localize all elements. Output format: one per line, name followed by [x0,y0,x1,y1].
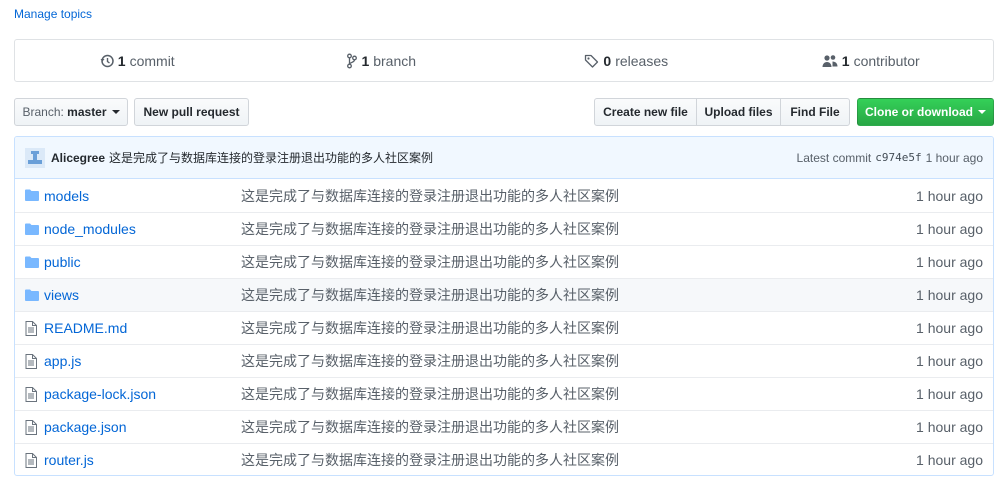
file-commit-message-link[interactable]: 这是完成了与数据库连接的登录注册退出功能的多人社区案例 [241,384,619,404]
branches-summary[interactable]: 1 branch [260,53,505,69]
table-row[interactable]: package-lock.json 这是完成了与数据库连接的登录注册退出功能的多人… [15,377,993,410]
file-name-link[interactable]: public [44,254,81,270]
table-row[interactable]: node_modules 这是完成了与数据库连接的登录注册退出功能的多人社区案例 1… [15,212,993,245]
commit-message-link[interactable]: 这是完成了与数据库连接的登录注册退出功能的多人社区案例 [109,149,433,166]
folder-icon [25,188,39,205]
contributors-summary[interactable]: 1 contributor [749,53,994,69]
file-name-link[interactable]: router.js [44,452,94,468]
repo-summary-bar: 1 commit 1 branch 0 releases 1 contribut… [14,39,994,82]
tag-icon [585,54,599,68]
file-name-link[interactable]: node_modules [44,221,136,237]
file-commit-message-link[interactable]: 这是完成了与数据库连接的登录注册退出功能的多人社区案例 [241,318,619,338]
clone-label: Clone or download [865,105,973,119]
file-icon [25,453,37,471]
file-age: 1 hour ago [916,353,983,369]
commit-count: 1 [117,52,126,69]
branch-count: 1 [361,52,370,69]
table-row[interactable]: app.js 这是完成了与数据库连接的登录注册退出功能的多人社区案例 1 hour … [15,344,993,377]
chevron-down-icon [111,110,120,114]
file-name-link[interactable]: app.js [44,353,81,369]
clone-or-download-button[interactable]: Clone or download [857,98,994,126]
file-commit-message-link[interactable]: 这是完成了与数据库连接的登录注册退出功能的多人社区案例 [241,186,619,206]
find-file-button[interactable]: Find File [780,98,850,126]
file-commit-message-link[interactable]: 这是完成了与数据库连接的登录注册退出功能的多人社区案例 [241,219,619,239]
file-age: 1 hour ago [916,320,983,336]
file-age: 1 hour ago [916,254,983,270]
file-age: 1 hour ago [916,419,983,435]
latest-commit-label: Latest commit [796,150,872,165]
folder-icon [25,288,39,305]
branch-icon [347,53,358,68]
file-table: Alicegree 这是完成了与数据库连接的登录注册退出功能的多人社区案例 La… [14,136,994,476]
table-row[interactable]: package.json 这是完成了与数据库连接的登录注册退出功能的多人社区案例 1… [15,410,993,443]
release-count: 0 [603,52,612,69]
new-pull-request-button[interactable]: New pull request [134,98,249,126]
branch-label: branch [373,52,417,69]
file-commit-message-link[interactable]: 这是完成了与数据库连接的登录注册退出功能的多人社区案例 [241,450,619,470]
file-icon [25,420,37,438]
file-icon [25,354,37,372]
file-commit-message-link[interactable]: 这是完成了与数据库连接的登录注册退出功能的多人社区案例 [241,285,619,305]
file-commit-message-link[interactable]: 这是完成了与数据库连接的登录注册退出功能的多人社区案例 [241,351,619,371]
file-age: 1 hour ago [916,187,983,204]
contributor-count: 1 [841,52,850,69]
file-icon [25,321,37,339]
file-name-link[interactable]: package.json [44,419,127,435]
create-new-file-button[interactable]: Create new file [594,98,697,126]
file-name-link[interactable]: README.md [44,320,127,336]
avatar[interactable] [25,147,45,168]
folder-icon [25,222,39,239]
file-age: 1 hour ago [916,221,983,237]
folder-icon [25,255,39,272]
people-icon [822,54,838,67]
file-age: 1 hour ago [916,386,983,402]
history-icon [100,54,114,67]
upload-files-button[interactable]: Upload files [696,98,781,126]
commit-sha-link[interactable]: c974e5f [875,151,921,164]
file-name-link[interactable]: views [44,287,79,303]
table-row[interactable]: public 这是完成了与数据库连接的登录注册退出功能的多人社区案例 1 hour … [15,245,993,278]
latest-commit-meta: Latest commit c974e5f 1 hour ago [797,151,983,165]
latest-commit-age: 1 hour ago [925,150,983,165]
chevron-down-icon [978,110,986,114]
file-name-link[interactable]: package-lock.json [44,386,156,402]
branch-select-button[interactable]: Branch: master [14,98,128,126]
file-actions-group: Create new file Upload files Find File [594,98,850,126]
branch-prefix: Branch: [22,105,64,119]
branch-name: master [67,105,107,119]
releases-summary[interactable]: 0 releases [504,53,749,69]
table-row[interactable]: router.js 这是完成了与数据库连接的登录注册退出功能的多人社区案例 1 ho… [15,443,993,475]
table-row[interactable]: README.md 这是完成了与数据库连接的登录注册退出功能的多人社区案例 1 ho… [15,311,993,344]
table-row[interactable]: views 这是完成了与数据库连接的登录注册退出功能的多人社区案例 1 hour a… [15,278,993,311]
contributor-label: contributor [853,52,920,69]
table-row[interactable]: models 这是完成了与数据库连接的登录注册退出功能的多人社区案例 1 hour … [15,179,993,212]
file-age: 1 hour ago [916,287,983,303]
manage-topics-link[interactable]: Manage topics [14,7,92,21]
release-label: releases [615,52,669,69]
file-commit-message-link[interactable]: 这是完成了与数据库连接的登录注册退出功能的多人社区案例 [241,252,619,272]
file-name-link[interactable]: models [44,188,89,204]
commit-label: commit [129,52,175,69]
commits-summary[interactable]: 1 commit [15,53,260,69]
file-icon [25,387,37,405]
file-list: models 这是完成了与数据库连接的登录注册退出功能的多人社区案例 1 hour … [15,179,993,475]
latest-commit-bar: Alicegree 这是完成了与数据库连接的登录注册退出功能的多人社区案例 La… [15,137,993,179]
file-commit-message-link[interactable]: 这是完成了与数据库连接的登录注册退出功能的多人社区案例 [241,417,619,437]
file-age: 1 hour ago [916,452,983,468]
commit-author-link[interactable]: Alicegree [51,151,105,165]
